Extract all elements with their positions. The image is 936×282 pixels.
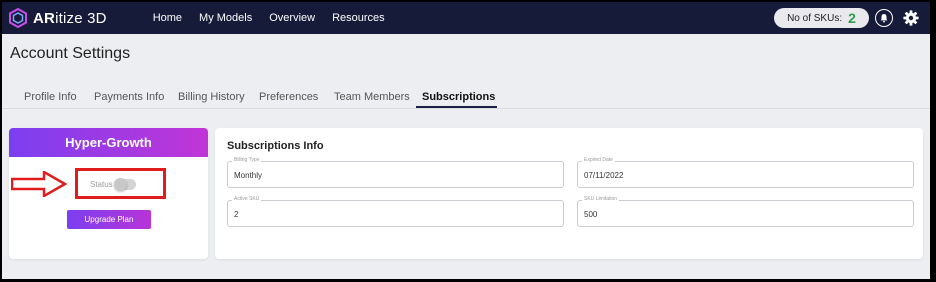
tab-subscriptions[interactable]: Subscriptions	[422, 91, 495, 103]
upgrade-plan-button[interactable]: Upgrade Plan	[67, 210, 151, 229]
sku-counter-label: No of SKUs:	[787, 12, 843, 24]
active-sku-value: 2	[234, 210, 239, 219]
status-label: Status	[90, 180, 113, 189]
expired-date-label: Expired Date	[582, 157, 615, 163]
arrow-annotation-icon	[11, 171, 67, 197]
nav-overview[interactable]: Overview	[269, 12, 315, 24]
sku-limitation-label: SKU Limitation	[582, 196, 620, 202]
brand-name: ARitize 3D	[33, 10, 107, 27]
expired-date-field[interactable]: Expired Date 07/11/2022	[577, 157, 914, 188]
bell-icon	[880, 14, 888, 23]
tab-team-members[interactable]: Team Members	[334, 91, 410, 103]
nav-my-models[interactable]: My Models	[199, 12, 252, 24]
top-navbar: ARitize 3D Home My Models Overview Resou…	[2, 2, 930, 34]
tab-billing-history[interactable]: Billing History	[178, 91, 245, 103]
status-toggle-knob	[114, 178, 127, 191]
sku-limitation-field[interactable]: SKU Limitation 500	[577, 196, 914, 227]
subscriptions-info-card: Subscriptions Info Billing Type Monthly …	[215, 128, 923, 259]
main-nav: Home My Models Overview Resources	[153, 12, 402, 24]
tab-profile-info[interactable]: Profile Info	[24, 91, 77, 103]
sku-counter-value: 2	[848, 10, 856, 26]
tab-preferences[interactable]: Preferences	[259, 91, 318, 103]
billing-type-field[interactable]: Billing Type Monthly	[227, 157, 564, 188]
expired-date-value: 07/11/2022	[584, 171, 624, 180]
sku-limitation-value: 500	[584, 210, 598, 219]
logo-icon	[9, 8, 27, 28]
sku-counter-badge: No of SKUs: 2	[774, 8, 869, 28]
settings-tabs: Profile Info Payments Info Billing Histo…	[2, 84, 930, 109]
active-tab-indicator	[416, 106, 497, 108]
app-window: ARitize 3D Home My Models Overview Resou…	[2, 2, 930, 279]
plan-name: Hyper-Growth	[9, 128, 208, 157]
subscriptions-info-title: Subscriptions Info	[227, 140, 324, 152]
brand-logo[interactable]: ARitize 3D	[8, 2, 107, 34]
nav-home[interactable]: Home	[153, 12, 182, 24]
brand-name-bold: AR	[33, 9, 56, 27]
tab-payments-info[interactable]: Payments Info	[94, 91, 164, 103]
gear-icon[interactable]	[901, 8, 921, 28]
status-toggle[interactable]	[114, 178, 136, 191]
billing-type-label: Billing Type	[232, 157, 262, 163]
notifications-button[interactable]	[875, 9, 893, 27]
billing-type-value: Monthly	[234, 171, 263, 180]
active-sku-label: Active SKU	[232, 196, 262, 202]
active-sku-field[interactable]: Active SKU 2	[227, 196, 564, 227]
brand-name-rest: itize 3D	[55, 9, 107, 27]
page-title: Account Settings	[10, 45, 131, 62]
nav-resources[interactable]: Resources	[332, 12, 385, 24]
